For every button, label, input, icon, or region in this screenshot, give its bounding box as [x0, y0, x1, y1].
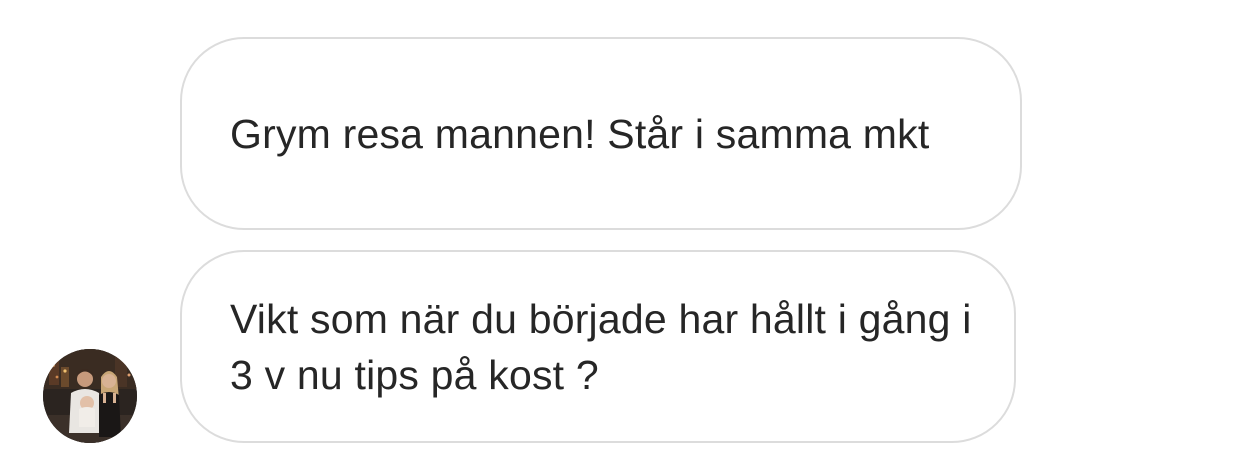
sender-avatar[interactable] — [43, 349, 137, 443]
message-text: Grym resa mannen! Står i samma mkt — [230, 110, 930, 157]
message-text: Vikt som när du började har hållt i gång… — [230, 295, 972, 398]
message-thread: Grym resa mannen! Står i samma mkt Vikt … — [0, 0, 1242, 474]
user-photo-avatar-icon — [43, 349, 137, 443]
message-bubble[interactable]: Grym resa mannen! Står i samma mkt — [180, 37, 1022, 230]
message-bubble[interactable]: Vikt som när du började har hållt i gång… — [180, 250, 1016, 443]
